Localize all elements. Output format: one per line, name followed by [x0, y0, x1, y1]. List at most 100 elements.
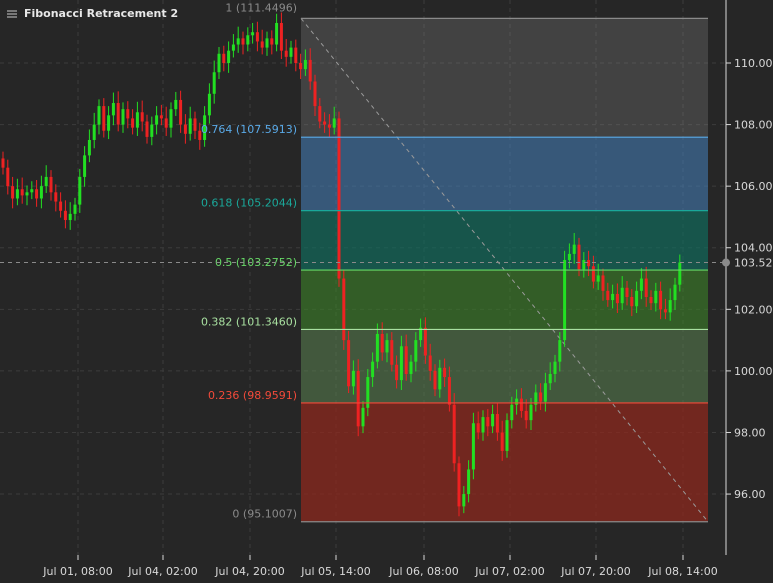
candle-body — [126, 109, 130, 119]
candle — [102, 98, 106, 138]
candle-body — [150, 124, 154, 137]
candle — [39, 175, 43, 209]
candle — [6, 159, 10, 195]
candle-body — [596, 275, 600, 282]
fib-zone — [301, 329, 708, 403]
price-tick-label: 96.00 — [734, 488, 766, 501]
candle — [260, 29, 264, 55]
indicator-legend[interactable]: Fibonacci Retracement 2 — [6, 7, 178, 20]
candle-body — [500, 432, 504, 451]
candle-body — [212, 72, 216, 94]
candle — [342, 270, 346, 350]
candle-body — [284, 50, 288, 57]
candle-body — [342, 278, 346, 341]
fib-level-label: 0.618 (105.2044) — [201, 197, 297, 210]
candle — [83, 146, 87, 187]
candle-body — [179, 99, 183, 125]
candle-body — [270, 38, 274, 45]
candle-body — [630, 297, 634, 307]
candle-body — [539, 392, 543, 402]
candle-body — [87, 139, 91, 156]
candle-body — [20, 189, 24, 196]
candle-body — [567, 253, 571, 261]
candle-body — [183, 124, 187, 134]
candle-body — [39, 186, 43, 199]
candle-body — [481, 417, 485, 433]
candle — [563, 250, 567, 347]
candle-body — [428, 355, 432, 371]
candle — [236, 26, 240, 53]
candle-body — [486, 417, 490, 427]
candle — [68, 202, 72, 230]
fib-zone — [301, 210, 708, 271]
candle-body — [68, 213, 72, 221]
candle-body — [529, 404, 533, 421]
candle-body — [399, 346, 403, 381]
candle-body — [644, 278, 648, 298]
candle-body — [385, 340, 389, 353]
candle-body — [347, 340, 351, 387]
candle — [265, 31, 269, 56]
candle — [207, 83, 211, 124]
candle-body — [236, 38, 240, 45]
candle — [255, 21, 259, 52]
candle-body — [390, 340, 394, 365]
candle-body — [49, 176, 53, 193]
price-tick-label: 102.00 — [734, 303, 773, 316]
candle-body — [404, 346, 408, 374]
candle-body — [457, 463, 461, 507]
candle — [121, 102, 125, 133]
candle-body — [116, 103, 120, 125]
candle — [251, 22, 255, 44]
candle-body — [11, 186, 15, 199]
candle-body — [587, 260, 591, 267]
time-tick-label: Jul 07, 02:00 — [474, 565, 544, 578]
candle — [169, 102, 173, 138]
candle — [222, 45, 226, 72]
candle — [193, 111, 197, 140]
candle-body — [582, 260, 586, 270]
candle-body — [476, 423, 480, 433]
candle-body — [303, 59, 307, 70]
time-tick-label: Jul 04, 20:00 — [214, 565, 284, 578]
candle-body — [548, 373, 552, 384]
candle-body — [395, 364, 399, 381]
candle — [78, 168, 82, 213]
candle-body — [241, 38, 245, 45]
price-tick-label: 98.00 — [734, 426, 766, 439]
candle — [174, 91, 178, 116]
fib-level-label: 1 (111.4496) — [225, 1, 297, 14]
candle-body — [294, 47, 298, 63]
candle — [97, 99, 101, 135]
time-tick-label: Jul 06, 08:00 — [388, 565, 458, 578]
candle — [11, 176, 15, 209]
candle-body — [318, 106, 322, 122]
candle — [63, 200, 67, 229]
candle — [241, 31, 245, 55]
candle-body — [433, 370, 437, 390]
fib-level-label: 0.764 (107.5913) — [201, 123, 297, 136]
fib-zone — [301, 137, 708, 211]
candle-body — [409, 361, 413, 374]
candle-body — [615, 293, 619, 304]
candle — [140, 100, 144, 132]
candle-body — [107, 115, 111, 131]
candle — [284, 38, 288, 67]
candle — [92, 112, 96, 149]
price-tick-label: 100.00 — [734, 365, 773, 378]
candle-body — [308, 59, 312, 82]
fib-level-label: 0.382 (101.3460) — [201, 315, 297, 328]
candle — [188, 106, 192, 141]
candle-body — [423, 327, 427, 356]
candle-body — [611, 293, 615, 301]
candle-body — [673, 284, 677, 301]
candle-body — [59, 201, 63, 211]
price-tick-label: 104.00 — [734, 242, 773, 255]
candle-body — [255, 32, 259, 42]
candlestick-chart[interactable]: 1 (111.4496) 0.764 (107.5913) 0.618 (105.2… — [0, 0, 773, 583]
candle-body — [279, 22, 283, 51]
candle-body — [443, 367, 447, 378]
candle — [246, 27, 250, 52]
candle-body — [6, 167, 10, 187]
candle — [217, 46, 221, 80]
